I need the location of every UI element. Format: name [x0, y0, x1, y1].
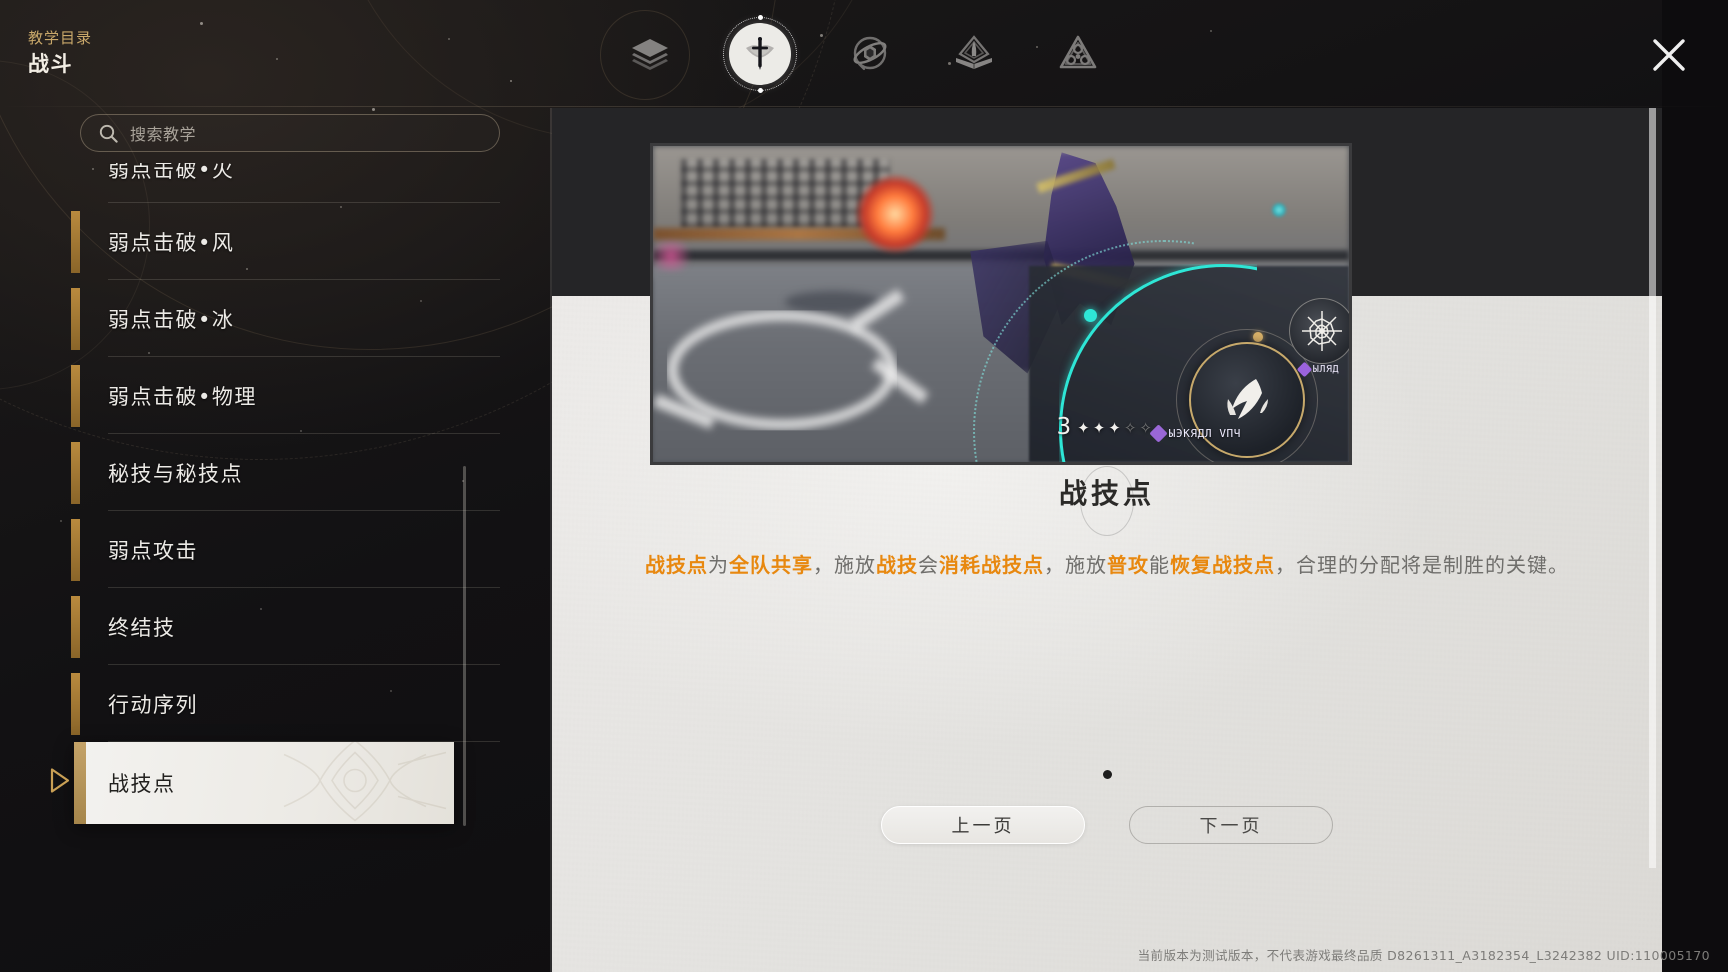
scene-effect: [653, 240, 697, 271]
body-highlight: 消耗战技点: [939, 553, 1044, 577]
breadcrumb: 教学目录 战斗: [28, 28, 92, 78]
page-dot-active[interactable]: [1102, 770, 1112, 779]
list-item[interactable]: 弱点击破•风: [71, 203, 500, 280]
selected-item-arrow: [48, 767, 72, 800]
body-text: 为: [708, 553, 729, 577]
nametag-text: ЫЭКЯДЛ VПЧ: [1168, 427, 1241, 440]
item-accent-bar: [71, 673, 80, 735]
element-diamond-icon: [1149, 424, 1168, 443]
hud-skill-point-counter: 3 ✦ ✦ ✦ ✧ ✧: [1056, 414, 1153, 440]
list-item[interactable]: 弱点击破•火: [80, 163, 500, 203]
feather-emblem-icon: [1227, 379, 1268, 419]
list-item[interactable]: 行动序列: [71, 665, 500, 742]
book-rocket-icon: [956, 35, 992, 69]
video-frame: 3 ✦ ✦ ✦ ✧ ✧ ЫЭКЯДЛ VПЧ ЫЛЯД: [653, 146, 1349, 462]
search-placeholder: 搜索教学: [130, 125, 197, 144]
item-accent-bar: [71, 288, 80, 350]
item-accent-bar: [71, 519, 80, 581]
body-highlight: 普攻: [1107, 553, 1149, 577]
tutorial-overlay: 教学目录 战斗 搜索教学 弱点击破•火 弱点击破•风 弱点击破•冰 弱点击破•物…: [0, 0, 1728, 972]
tab-growth[interactable]: [943, 23, 1005, 85]
tab-exploration[interactable]: [839, 23, 901, 85]
watermark-emblem: [250, 742, 454, 824]
selection-dot-top: [757, 15, 763, 20]
nametag-text: ЫЛЯД: [1312, 364, 1339, 375]
selection-dot-bottom: [757, 88, 763, 93]
list-item[interactable]: 弱点击破•物理: [71, 357, 500, 434]
content-panel: 3 ✦ ✦ ✦ ✧ ✧ ЫЭКЯДЛ VПЧ ЫЛЯД 战技点 战技点为全队共享…: [550, 108, 1662, 972]
list-item[interactable]: 秘技与秘技点: [71, 434, 500, 511]
list-item-label: 秘技与秘技点: [108, 461, 243, 486]
body-text: ，施放: [1044, 553, 1107, 577]
list-item[interactable]: 终结技: [71, 588, 500, 665]
hud-nametag-primary: ЫЭКЯДЛ VПЧ: [1149, 424, 1241, 443]
triangle-knot-icon: [1059, 35, 1097, 69]
version-footer: 当前版本为测试版本，不代表游戏最终品质 D8261311_A3182354_L3…: [1137, 948, 1710, 963]
body-text: 会: [918, 553, 939, 577]
body-text: ，合理的分配将是制胜的关键。: [1275, 553, 1569, 577]
hud-status-icon: [1289, 298, 1349, 364]
list-item-label: 弱点击破•风: [108, 230, 235, 255]
item-accent-bar: [74, 742, 86, 824]
triangle-right-icon: [50, 768, 70, 793]
element-diamond-icon: [1296, 361, 1313, 378]
item-accent-bar: [71, 442, 80, 504]
body-highlight: 恢复战技点: [1170, 553, 1275, 577]
list-item[interactable]: 弱点攻击: [71, 511, 500, 588]
category-label: 教学目录: [28, 29, 93, 47]
list-item[interactable]: 弱点击破•冰: [71, 280, 500, 357]
next-page-button[interactable]: 下一页: [1129, 806, 1333, 844]
skill-point-count: 3: [1056, 414, 1073, 440]
list-item-label: 终结技: [108, 615, 176, 640]
hud-node-dot: [1084, 309, 1097, 322]
body-text: 能: [1149, 553, 1170, 577]
skill-point-pips: ✦ ✦ ✦ ✧ ✧: [1077, 419, 1153, 437]
scene-enemy-core: [854, 174, 935, 255]
list-item-label: 弱点击破•物理: [108, 384, 257, 409]
tutorial-list[interactable]: 弱点击破•火 弱点击破•风 弱点击破•冰 弱点击破•物理 秘技与秘技点 弱点攻击…: [0, 163, 552, 963]
list-item-label: 弱点攻击: [108, 538, 198, 563]
body-text: ，施放: [813, 553, 876, 577]
pip-filled: ✦: [1092, 419, 1107, 437]
prev-page-button[interactable]: 上一页: [881, 806, 1085, 844]
tab-layers[interactable]: [619, 23, 681, 85]
item-accent-bar: [71, 596, 80, 658]
close-icon: [1653, 39, 1685, 71]
sidebar-item-skill-point[interactable]: 战技点: [74, 742, 454, 824]
layers-icon: [632, 39, 668, 70]
pip-filled: ✦: [1077, 419, 1091, 437]
sword-icon: [746, 37, 774, 70]
list-item-label: 弱点击破•冰: [108, 307, 235, 332]
pip-empty: ✧: [1123, 419, 1138, 437]
item-accent-bar: [71, 211, 80, 273]
body-highlight: 战技: [876, 553, 918, 577]
hud-nametag-secondary: ЫЛЯД: [1296, 361, 1339, 378]
tutorial-video[interactable]: 3 ✦ ✦ ✦ ✧ ✧ ЫЭКЯДЛ VПЧ ЫЛЯД: [650, 143, 1352, 465]
close-button[interactable]: [1646, 32, 1692, 78]
body-highlight: 战技点: [645, 553, 708, 577]
page-title: 战斗: [28, 52, 73, 76]
list-item-label: 战技点: [108, 772, 176, 796]
article-title: 战技点: [1058, 477, 1155, 510]
body-highlight: 全队共享: [729, 553, 813, 577]
tab-system[interactable]: [1047, 23, 1109, 85]
web-icon: [1302, 311, 1342, 351]
search-input[interactable]: 搜索教学: [80, 114, 500, 152]
hud-character-portrait: [1189, 342, 1305, 458]
article-body: 战技点为全队共享，施放战技会消耗战技点，施放普攻能恢复战技点，合理的分配将是制胜…: [552, 548, 1662, 582]
item-accent-bar: [71, 365, 80, 427]
right-gutter: [1662, 0, 1728, 972]
sidebar-scrollbar[interactable]: [463, 466, 466, 826]
top-navigation: [0, 0, 1728, 108]
pagination-controls: 上一页 下一页: [552, 806, 1662, 844]
pip-filled: ✦: [1108, 419, 1122, 437]
list-item-label: 弱点击破•火: [108, 163, 235, 182]
sidebar: 搜索教学 弱点击破•火 弱点击破•风 弱点击破•冰 弱点击破•物理 秘技与秘技点…: [0, 108, 552, 972]
tab-combat[interactable]: [723, 15, 797, 93]
list-item-label: 行动序列: [108, 692, 198, 717]
search-icon: [99, 124, 118, 143]
page-indicator[interactable]: [552, 770, 1662, 779]
globe-icon: [853, 36, 887, 71]
